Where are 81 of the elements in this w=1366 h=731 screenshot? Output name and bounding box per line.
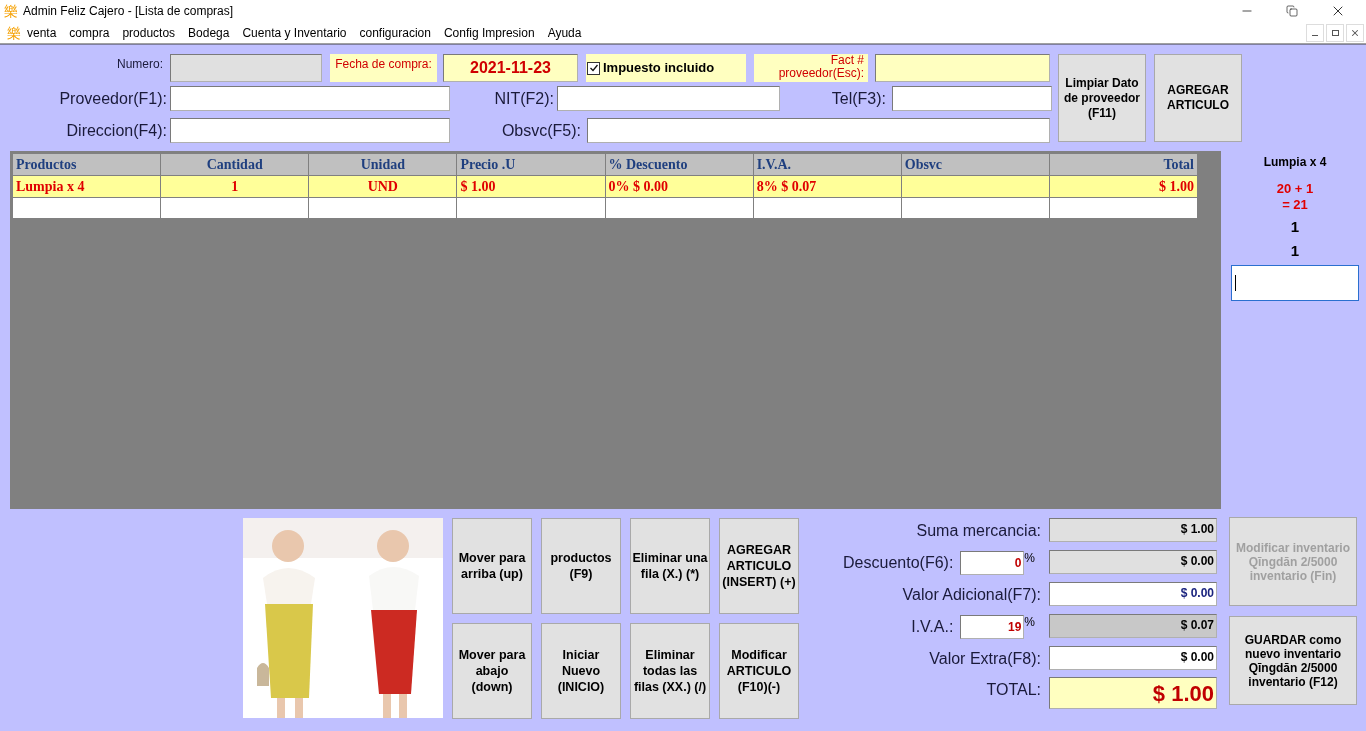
table-cell: 8% $ 0.07	[756, 179, 817, 194]
phone-field[interactable]	[892, 86, 1052, 111]
column-header[interactable]: Precio .U	[456, 153, 605, 176]
column-header[interactable]: Total	[1049, 153, 1198, 176]
table-cell: 1	[231, 179, 239, 194]
percent-sign: %	[1024, 550, 1035, 565]
supplier-field[interactable]	[170, 86, 450, 111]
field-label: Fecha de compra:	[335, 56, 432, 73]
amount-field[interactable]: $ 0.00	[1049, 582, 1217, 606]
menu-item[interactable]: venta	[27, 23, 57, 42]
app-icon: 樂	[4, 4, 18, 18]
summary-label: Descuento(F6):	[843, 552, 954, 573]
table-row[interactable]: Lumpia x 4 1 UND $ 1.00 0% $ 0.00 8% $ 0.07 $ 1.00	[12, 175, 1198, 198]
date-field[interactable]: 2021-11-23	[443, 54, 578, 82]
table-cell: UND	[367, 179, 398, 194]
table-cell: 0% $ 0.00	[608, 179, 668, 194]
add-article-button[interactable]: AGREGAR ARTICULO	[1154, 54, 1242, 142]
field-label: Tel(F3):	[831, 88, 886, 109]
nit-field[interactable]	[557, 86, 780, 111]
numero-field[interactable]	[170, 54, 322, 82]
column-header[interactable]: % Descuento	[605, 153, 754, 176]
action-button[interactable]: Eliminar todas las filas (XX.) (/)	[630, 623, 710, 719]
quantity-formula: = 21	[1282, 197, 1308, 213]
amount-field[interactable]: $ 0.00	[1049, 646, 1217, 670]
menu-item[interactable]: compra	[69, 23, 110, 42]
menu-item[interactable]: Ayuda	[547, 23, 582, 42]
total-field: $ 1.00	[1049, 677, 1217, 709]
menu-item[interactable]: Bodega	[188, 23, 230, 42]
action-button[interactable]: productos (F9)	[541, 518, 621, 614]
clear-supplier-button[interactable]: Limpiar Dato de proveedor (F11)	[1058, 54, 1146, 142]
action-button[interactable]: AGREGAR ARTICULO (INSERT) (+)	[719, 518, 799, 614]
table-cell: $ 1.00	[460, 179, 496, 194]
column-header[interactable]: Cantidad	[160, 153, 309, 176]
action-button[interactable]: Iniciar Nuevo (INICIO)	[541, 623, 621, 719]
table-cell: $ 1.00	[1159, 179, 1194, 194]
inventory-button[interactable]: GUARDAR como nuevo inventario Qīngdān 2/5000 inventario (F12)	[1229, 616, 1357, 705]
action-button[interactable]: Mover para abajo (down)	[452, 623, 532, 719]
action-button[interactable]: Modificar ARTICULO (F10)(-)	[719, 623, 799, 719]
quantity-input[interactable]	[1231, 265, 1359, 301]
quantity-value: 1	[1290, 241, 1300, 261]
window-title: Admin Feliz Cajero - [Lista de compras]	[23, 3, 234, 20]
amount-field: $ 1.00	[1049, 518, 1217, 542]
field-label: Direccion(F4):	[66, 120, 167, 141]
amount-field: $ 0.00	[1049, 550, 1217, 574]
product-name: Lumpia x 4	[1263, 154, 1327, 171]
menu-item[interactable]: productos	[122, 23, 176, 42]
percent-sign: %	[1024, 614, 1035, 629]
summary-label: Valor Adicional(F7):	[902, 584, 1041, 605]
invoice-field[interactable]	[875, 54, 1050, 82]
column-header[interactable]: Unidad	[308, 153, 457, 176]
menu-item[interactable]: Config Impresion	[443, 23, 535, 42]
quantity-formula: 20 + 1	[1276, 181, 1314, 197]
summary-label: Suma mercancia:	[916, 520, 1041, 541]
restore-icon[interactable]	[1286, 5, 1298, 17]
column-header[interactable]: Productos	[12, 153, 161, 176]
close-icon[interactable]	[1346, 23, 1364, 42]
percent-field[interactable]: 19	[960, 614, 1025, 639]
check-icon	[588, 63, 599, 73]
quantity-value: 1	[1290, 217, 1300, 237]
field-label: Numero:	[117, 56, 163, 73]
summary-label: TOTAL:	[986, 679, 1041, 700]
menu-item[interactable]: configuracion	[359, 23, 431, 42]
action-button[interactable]: Mover para arriba (up)	[452, 518, 532, 614]
address-field[interactable]	[170, 118, 450, 143]
column-header[interactable]: I.V.A.	[753, 153, 902, 176]
percent-field[interactable]: 0	[960, 550, 1025, 575]
action-button[interactable]: Eliminar una fila (X.) (*)	[630, 518, 710, 614]
notes-field[interactable]	[587, 118, 1050, 143]
summary-label: Valor Extra(F8):	[929, 648, 1041, 669]
column-header[interactable]: Obsvc	[901, 153, 1050, 176]
field-label: NIT(F2):	[494, 88, 554, 109]
summary-label: I.V.A.:	[911, 616, 954, 637]
field-label: Fact # proveedor(Esc):	[777, 54, 864, 80]
app-icon: 樂	[7, 25, 21, 40]
table-cell: Lumpia x 4	[16, 179, 85, 194]
tax-included-checkbox[interactable]: Impuesto incluido	[586, 54, 746, 82]
menu-item[interactable]: Cuenta y Inventario	[242, 23, 347, 42]
field-label: Proveedor(F1):	[59, 88, 167, 109]
restore-icon[interactable]	[1326, 23, 1344, 42]
amount-field: $ 0.07	[1049, 614, 1217, 638]
field-label: Obsvc(F5):	[501, 120, 581, 141]
